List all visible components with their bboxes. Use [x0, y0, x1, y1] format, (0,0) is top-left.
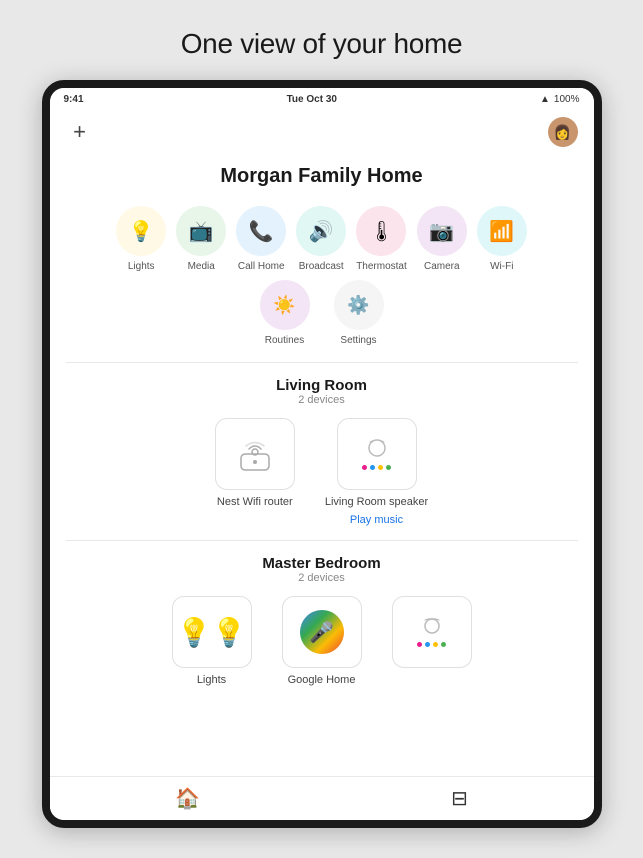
dot-blue: [370, 465, 375, 470]
master-bedroom-devices: 💡💡 Lights 🎤 Google Home: [66, 596, 578, 686]
lights-label: Lights: [128, 261, 155, 272]
add-button[interactable]: +: [66, 118, 94, 146]
action-call-home[interactable]: 📞 Call Home: [236, 206, 286, 272]
speaker-dots: [362, 465, 391, 470]
master-bedroom-section: Master Bedroom 2 devices 💡💡 Lights 🎤 Goo…: [50, 541, 594, 700]
bedroom-speaker-card: [392, 596, 472, 668]
device-living-room-speaker[interactable]: Living Room speaker Play music: [325, 418, 428, 526]
speaker-card: [337, 418, 417, 490]
bedroom-lights-card: 💡💡: [172, 596, 252, 668]
dot-pink: [362, 465, 367, 470]
thermostat-label: Thermostat: [356, 261, 407, 272]
nest-wifi-card: [215, 418, 295, 490]
utility-actions-row: ☀️ Routines ⚙️ Settings: [50, 280, 594, 346]
thermostat-circle: 🌡: [356, 206, 406, 256]
dot-blue-2: [425, 642, 430, 647]
broadcast-circle: 🔊: [296, 206, 346, 256]
status-time: 9:41: [64, 94, 84, 105]
action-camera[interactable]: 📷 Camera: [417, 206, 467, 272]
dot-yellow-2: [433, 642, 438, 647]
call-home-circle: 📞: [236, 206, 286, 256]
play-music-link[interactable]: Play music: [350, 514, 403, 526]
lights-circle: 💡: [116, 206, 166, 256]
quick-actions-row: 💡 Lights 📺 Media 📞 Call Home 🔊 Broadcast…: [50, 206, 594, 272]
nav-home-icon[interactable]: 🏠: [175, 786, 200, 811]
dot-yellow: [378, 465, 383, 470]
dot-green-2: [441, 642, 446, 647]
action-routines[interactable]: ☀️ Routines: [260, 280, 310, 346]
call-home-label: Call Home: [238, 261, 285, 272]
bedroom-lights-icon: 💡💡: [177, 616, 247, 649]
master-bedroom-title: Master Bedroom: [66, 555, 578, 572]
routines-circle: ☀️: [260, 280, 310, 330]
bedroom-lights-label: Lights: [197, 674, 226, 686]
living-room-section: Living Room 2 devices Nest Wifi rou: [50, 363, 594, 540]
speaker-label: Living Room speaker: [325, 496, 428, 508]
media-circle: 📺: [176, 206, 226, 256]
settings-circle: ⚙️: [334, 280, 384, 330]
broadcast-label: Broadcast: [299, 261, 344, 272]
routines-label: Routines: [265, 335, 304, 346]
tablet-frame: 9:41 Tue Oct 30 ▲ 100% + 👩 Morgan Family…: [42, 80, 602, 828]
google-mic-icon: 🎤: [300, 610, 344, 654]
action-thermostat[interactable]: 🌡 Thermostat: [356, 206, 407, 272]
living-room-title: Living Room: [66, 377, 578, 394]
device-nest-wifi[interactable]: Nest Wifi router: [215, 418, 295, 526]
device-google-home[interactable]: 🎤 Google Home: [282, 596, 362, 686]
settings-label: Settings: [340, 335, 376, 346]
dot-green: [386, 465, 391, 470]
bottom-nav: 🏠 ⊟: [50, 776, 594, 820]
action-wifi[interactable]: 📶 Wi-Fi: [477, 206, 527, 272]
living-room-devices: Nest Wifi router: [66, 418, 578, 526]
app-screen: + 👩 Morgan Family Home 💡 Lights 📺 Media …: [50, 109, 594, 817]
wifi-action-circle: 📶: [477, 206, 527, 256]
dot-pink-2: [417, 642, 422, 647]
page-title: One view of your home: [181, 28, 463, 60]
media-label: Media: [188, 261, 215, 272]
bedroom-speaker-icon: [418, 617, 446, 639]
action-settings[interactable]: ⚙️ Settings: [334, 280, 384, 346]
wifi-label: Wi-Fi: [490, 261, 513, 272]
bedroom-speaker-dots: [417, 642, 446, 647]
speaker-icon: [362, 438, 392, 462]
master-bedroom-count: 2 devices: [66, 572, 578, 584]
status-date: Tue Oct 30: [287, 94, 337, 105]
google-home-card: 🎤: [282, 596, 362, 668]
top-bar: + 👩: [50, 109, 594, 155]
battery-icon: 100%: [554, 94, 580, 105]
action-broadcast[interactable]: 🔊 Broadcast: [296, 206, 346, 272]
device-bedroom-speaker[interactable]: [392, 596, 472, 686]
nest-wifi-icon: [233, 432, 277, 476]
living-room-count: 2 devices: [66, 394, 578, 406]
status-bar: 9:41 Tue Oct 30 ▲ 100%: [50, 88, 594, 109]
nest-wifi-label: Nest Wifi router: [217, 496, 293, 508]
device-bedroom-lights[interactable]: 💡💡 Lights: [172, 596, 252, 686]
google-home-label: Google Home: [288, 674, 356, 686]
action-lights[interactable]: 💡 Lights: [116, 206, 166, 272]
wifi-icon: ▲: [540, 94, 550, 105]
home-title: Morgan Family Home: [50, 165, 594, 188]
avatar[interactable]: 👩: [548, 117, 578, 147]
status-right: ▲ 100%: [540, 94, 579, 105]
camera-label: Camera: [424, 261, 460, 272]
action-media[interactable]: 📺 Media: [176, 206, 226, 272]
camera-circle: 📷: [417, 206, 467, 256]
nav-menu-icon[interactable]: ⊟: [451, 786, 468, 811]
